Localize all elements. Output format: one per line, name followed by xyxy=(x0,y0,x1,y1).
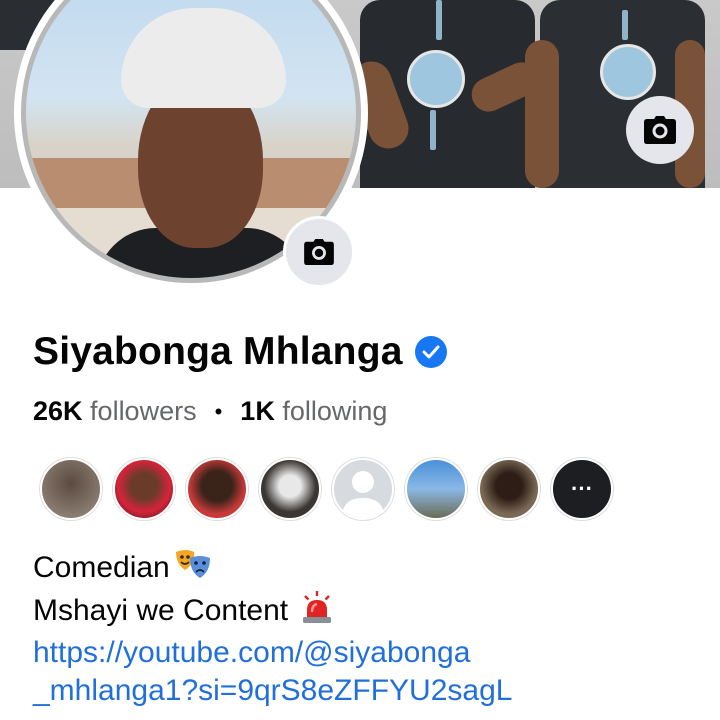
camera-icon xyxy=(644,116,676,144)
police-car-light-icon xyxy=(300,590,334,634)
followers-link[interactable]: 26K followers xyxy=(33,396,197,427)
bio-text: Comedian xyxy=(33,550,170,584)
profile-name: Siyabonga Mhlanga xyxy=(33,330,403,373)
friend-avatar[interactable] xyxy=(259,458,321,520)
friend-avatar[interactable] xyxy=(478,458,540,520)
friend-avatar[interactable] xyxy=(405,458,467,520)
friend-avatar[interactable] xyxy=(113,458,175,520)
profile-bio: Comedian Mshayi we Content https://youtu… xyxy=(33,548,512,710)
follow-stats: 26K followers • 1K following xyxy=(33,396,387,427)
profile-name-row: Siyabonga Mhlanga xyxy=(33,330,447,374)
following-label: following xyxy=(282,396,388,426)
edit-profile-picture-button[interactable] xyxy=(283,216,355,288)
bio-line: Mshayi we Content xyxy=(33,590,512,634)
bio-link[interactable]: https://youtube.com/@siyabonga xyxy=(33,634,512,672)
friend-avatar[interactable] xyxy=(40,458,102,520)
verified-badge-icon[interactable] xyxy=(414,336,447,368)
bio-text: Mshayi we Content xyxy=(33,593,297,627)
performing-arts-icon xyxy=(174,548,212,590)
followers-label: followers xyxy=(90,396,197,426)
bio-link-continued[interactable]: _mhlanga1?si=9qrS8eZFFYU2sagL xyxy=(33,672,512,710)
edit-cover-photo-button[interactable] xyxy=(626,96,694,164)
followers-count: 26K xyxy=(33,396,83,426)
following-count: 1K xyxy=(240,396,275,426)
stats-separator: • xyxy=(214,398,223,424)
bio-line: Comedian xyxy=(33,548,512,590)
more-friends-button[interactable]: ··· xyxy=(551,458,613,520)
default-avatar-icon xyxy=(342,471,384,518)
friend-avatar-placeholder[interactable] xyxy=(332,458,394,520)
following-link[interactable]: 1K following xyxy=(240,396,387,427)
more-icon: ··· xyxy=(571,476,593,501)
bio-link-part2: _mhlanga1?si=9qrS8eZFFYU2sagL xyxy=(33,674,513,707)
bio-link-part1: https://youtube.com/@siyabonga xyxy=(33,636,471,669)
friend-avatar[interactable] xyxy=(186,458,248,520)
mutual-friends-row: ··· xyxy=(40,458,613,520)
camera-icon xyxy=(304,239,334,265)
